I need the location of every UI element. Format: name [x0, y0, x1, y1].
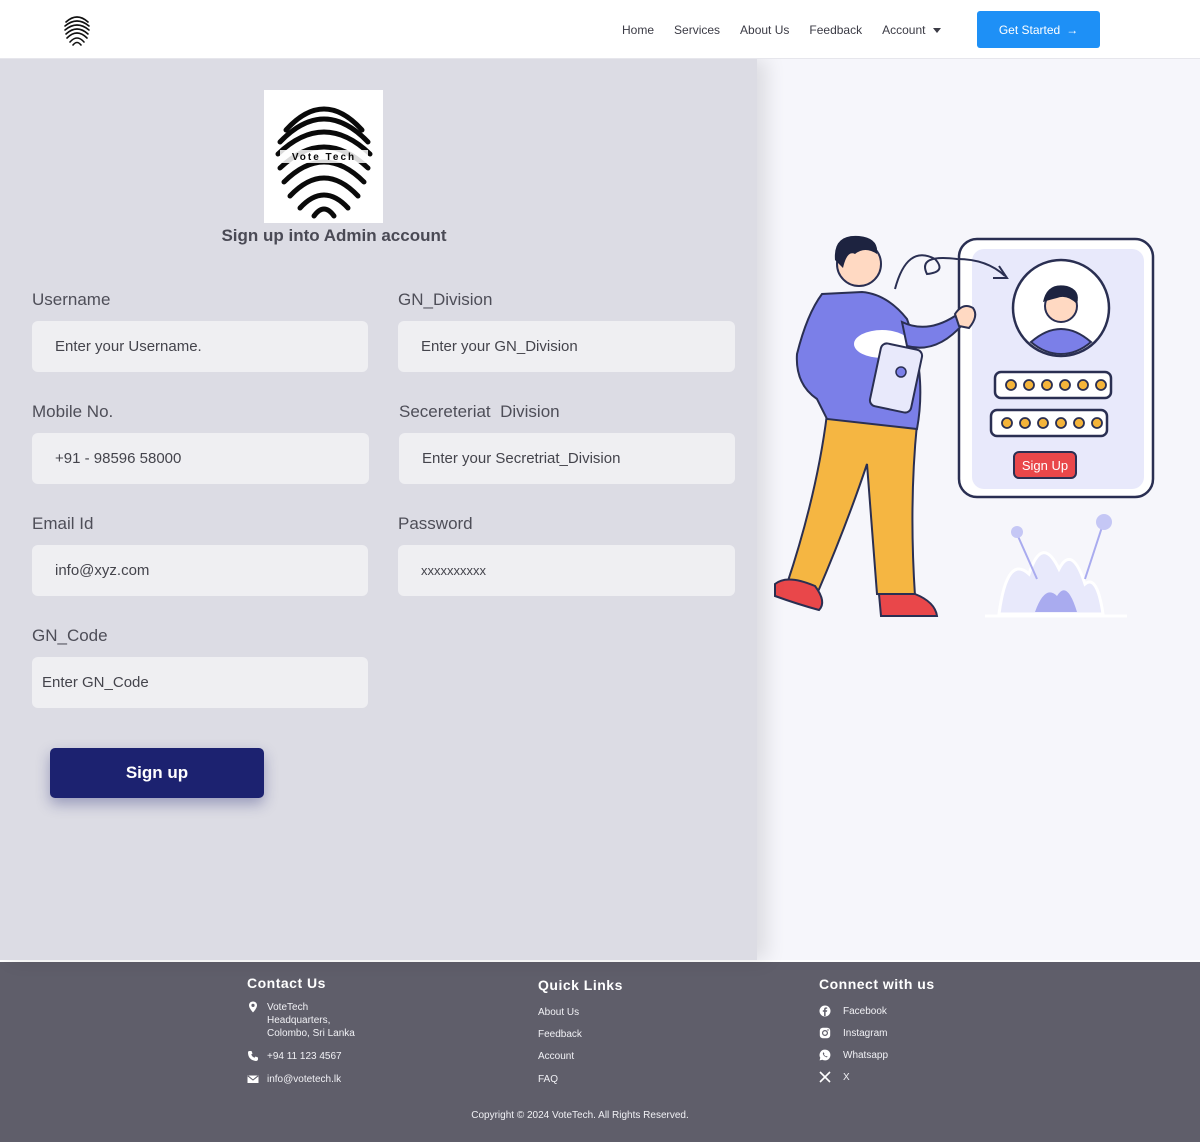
signup-illustration: Sign Up — [774, 235, 1155, 618]
contact-phone[interactable]: +94 11 123 4567 — [247, 1050, 342, 1063]
logo-text: Vote Tech — [292, 152, 356, 163]
nav-account-label: Account — [882, 22, 926, 37]
arrow-right-icon: → — [1066, 22, 1079, 37]
phone-text: +94 11 123 4567 — [267, 1051, 342, 1062]
social-whatsapp[interactable]: Whatsapp — [819, 1049, 888, 1062]
address-line-1: VoteTech — [267, 1002, 309, 1013]
nav-links: Home Services About Us Feedback Account — [622, 0, 961, 59]
footer-link-faq[interactable]: FAQ — [538, 1074, 558, 1085]
form-heading: Sign up into Admin account — [221, 226, 447, 245]
instagram-label: Instagram — [843, 1028, 888, 1039]
votetech-logo: Vote Tech — [264, 90, 383, 223]
quick-links-title: Quick Links — [538, 977, 623, 993]
location-pin-icon — [249, 1001, 257, 1013]
illustration-signup-text: Sign Up — [1022, 458, 1068, 473]
address-line-3: Colombo, Sri Lanka — [267, 1028, 355, 1039]
connect-title: Connect with us — [819, 976, 935, 992]
password-input[interactable] — [398, 545, 735, 596]
contact-address: VoteTech Headquarters, Colombo, Sri Lank… — [247, 1001, 355, 1040]
footer-link-account[interactable]: Account — [538, 1051, 574, 1062]
plant-shape — [985, 514, 1127, 618]
nav-services-link[interactable]: Services — [674, 23, 720, 37]
nav-account-dropdown[interactable]: Account — [882, 22, 942, 37]
copyright-text: Copyright © 2024 VoteTech. All Rights Re… — [471, 1110, 689, 1121]
social-instagram[interactable]: Instagram — [819, 1027, 887, 1040]
x-label: X — [843, 1072, 850, 1083]
get-started-label: Get Started — [998, 22, 1061, 37]
whatsapp-label: Whatsapp — [843, 1050, 889, 1061]
mobile-input[interactable] — [32, 433, 369, 484]
email-label: Email Id — [32, 514, 94, 533]
social-facebook[interactable]: Facebook — [819, 1005, 887, 1018]
instagram-icon — [819, 1027, 831, 1039]
get-started-button[interactable]: Get Started → — [977, 11, 1100, 48]
gn-code-input[interactable] — [32, 657, 368, 708]
password-label: Password — [398, 514, 473, 533]
signup-button[interactable]: Sign up — [50, 748, 264, 798]
email-text: info@votetech.lk — [267, 1074, 342, 1085]
phone-icon — [248, 1051, 258, 1061]
address-line-2: Headquarters, — [267, 1015, 331, 1026]
gn-division-label: GN_Division — [398, 290, 493, 309]
top-navbar: Home Services About Us Feedback Account … — [0, 0, 1200, 59]
contact-title: Contact Us — [247, 975, 326, 991]
envelope-icon — [247, 1075, 259, 1083]
signup-form-panel: Vote Tech Sign up into Admin account Use… — [0, 59, 757, 960]
secretariat-input[interactable] — [399, 433, 735, 484]
facebook-label: Facebook — [843, 1006, 887, 1017]
fingerprint-logo-icon: Vote Tech — [275, 106, 373, 219]
social-x[interactable]: X — [819, 1071, 850, 1084]
username-input[interactable] — [32, 321, 368, 372]
secretariat-label: Secereteriat Division — [399, 402, 560, 421]
gn-code-label: GN_Code — [32, 626, 108, 645]
x-logo-icon — [819, 1071, 831, 1083]
footer-link-about[interactable]: About Us — [538, 1007, 579, 1018]
nav-about-link[interactable]: About Us — [740, 23, 789, 37]
mobile-label: Mobile No. — [32, 402, 114, 421]
contact-email[interactable]: info@votetech.lk — [247, 1073, 341, 1086]
caret-down-icon — [933, 27, 942, 33]
gn-division-input[interactable] — [398, 321, 735, 372]
whatsapp-icon — [819, 1049, 831, 1061]
facebook-icon — [819, 1005, 831, 1017]
footer-link-feedback[interactable]: Feedback — [538, 1029, 582, 1040]
username-label: Username — [32, 290, 111, 309]
illustration-panel: Sign Up — [757, 59, 1200, 960]
fingerprint-logo-icon[interactable] — [62, 12, 92, 46]
nav-feedback-link[interactable]: Feedback — [809, 23, 862, 37]
nav-home-link[interactable]: Home — [622, 23, 654, 37]
email-input[interactable] — [32, 545, 368, 596]
site-footer: Contact Us VoteTech Headquarters, Colomb… — [0, 962, 1200, 1142]
